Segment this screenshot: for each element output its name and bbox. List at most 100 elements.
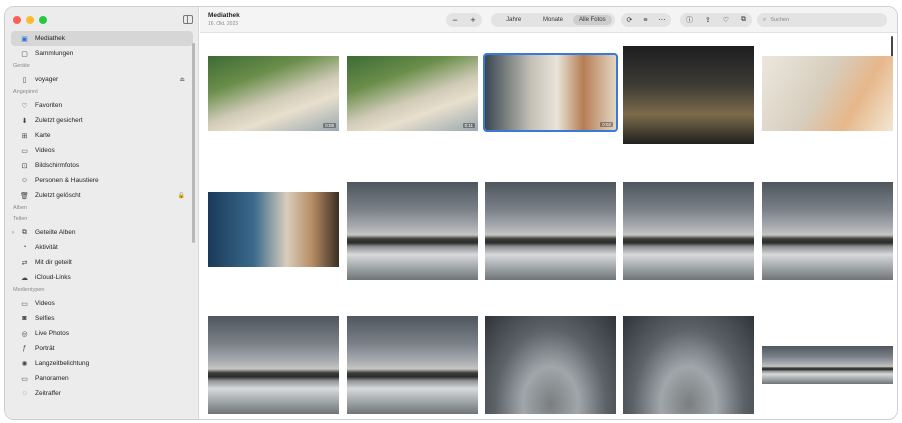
photo-thumbnail[interactable] bbox=[623, 46, 754, 144]
photo-thumbnail[interactable] bbox=[485, 316, 616, 414]
photos-window: ▣ Mediathek ▢ Sammlungen Geräte ▯ voyager ⏏ Ange… bbox=[4, 6, 898, 420]
sidebar-item-label: Favoriten bbox=[35, 102, 63, 109]
sidebar-item-icloud-links[interactable]: ☁ iCloud-Links bbox=[5, 270, 199, 285]
photo-thumbnail[interactable] bbox=[762, 56, 893, 131]
sidebar-section-heading[interactable]: Teilen bbox=[5, 214, 199, 225]
sidebar-item-label: Geteilte Alben bbox=[35, 229, 76, 236]
live-photo-icon: ◎ bbox=[21, 330, 28, 338]
sidebar-item-videos[interactable]: ▭ Videos bbox=[5, 143, 199, 158]
video-duration-badge: 0:02 bbox=[600, 122, 613, 127]
sidebar-item-label: Sammlungen bbox=[35, 50, 74, 57]
sidebar-item-geteilte-alben[interactable]: › ⧉ Geteilte Alben bbox=[5, 225, 199, 240]
sidebar-scrollbar[interactable] bbox=[192, 43, 195, 243]
photo-thumbnail[interactable]: 0:11 bbox=[347, 56, 478, 131]
sidebar-item-zeitraffer[interactable]: ◌ Zeitraffer bbox=[5, 386, 199, 401]
sidebar-item-label: voyager bbox=[35, 76, 59, 83]
tab-months[interactable]: Monate bbox=[533, 15, 572, 25]
sidebar-item-label: Karte bbox=[35, 132, 51, 139]
zoom-control: − + bbox=[446, 13, 482, 27]
sidebar-item-voyager[interactable]: ▯ voyager ⏏ bbox=[5, 72, 199, 87]
search-field[interactable]: ⌕ Suchen bbox=[757, 13, 887, 27]
sidebar-item-label: Zeitraffer bbox=[35, 390, 61, 397]
sidebar-item-label: Bildschirmfotos bbox=[35, 162, 80, 169]
sidebar-item-zuletzt-gesichert[interactable]: ⬇ Zuletzt gesichert bbox=[5, 113, 199, 128]
sidebar-item-label: Aktivität bbox=[35, 244, 58, 251]
photo-thumbnail[interactable] bbox=[347, 182, 478, 280]
sidebar-toggle-icon[interactable] bbox=[183, 15, 193, 24]
photo-thumbnail[interactable] bbox=[762, 346, 893, 384]
sidebar-item-label: Porträt bbox=[35, 345, 55, 352]
video-icon: ▭ bbox=[21, 300, 28, 308]
sidebar-section-heading[interactable]: Alben bbox=[5, 203, 199, 214]
sidebar-list: ▣ Mediathek ▢ Sammlungen Geräte ▯ voyager ⏏ Ange… bbox=[5, 31, 199, 419]
sidebar-item-label: Mit dir geteilt bbox=[35, 259, 72, 266]
video-duration-badge: 0:08 bbox=[323, 123, 336, 128]
view-segmented-control: Jahre Monate Alle Fotos bbox=[491, 13, 615, 27]
photo-thumbnail[interactable] bbox=[208, 316, 339, 414]
sidebar-item-label: Live Photos bbox=[35, 330, 69, 337]
sidebar-item-panoramen[interactable]: ▭ Panoramen bbox=[5, 371, 199, 386]
filter-icon[interactable]: ≡ bbox=[643, 17, 647, 24]
zoom-in-button[interactable]: + bbox=[470, 15, 475, 25]
device-icon: ▯ bbox=[22, 76, 27, 84]
selfie-icon: ◙ bbox=[22, 315, 27, 322]
sidebar-item-favoriten[interactable]: ♡ Favoriten bbox=[5, 98, 199, 113]
photo-thumbnail[interactable] bbox=[623, 316, 754, 414]
sidebar-item-personen-haustiere[interactable]: ☺ Personen & Haustiere bbox=[5, 173, 199, 188]
zoom-button[interactable] bbox=[39, 16, 47, 24]
heart-icon[interactable]: ♡ bbox=[723, 16, 729, 24]
sidebar-item-label: Zuletzt gelöscht bbox=[35, 192, 81, 199]
sidebar-section-heading[interactable]: Angepinnt bbox=[5, 87, 199, 98]
tab-years[interactable]: Jahre bbox=[494, 15, 533, 25]
sidebar-item-mediathek[interactable]: ▣ Mediathek bbox=[11, 31, 193, 46]
people-icon: ☺ bbox=[20, 177, 29, 184]
more-icon[interactable]: ⋯ bbox=[658, 16, 665, 24]
sidebar-item-live-photos[interactable]: ◎ Live Photos bbox=[5, 326, 199, 341]
trash-icon: 🗑 bbox=[20, 192, 29, 200]
page-subtitle: 16. Okt. 2023 bbox=[208, 21, 239, 27]
photo-thumbnail[interactable] bbox=[762, 182, 893, 280]
window-controls bbox=[13, 16, 47, 24]
sidebar-item-porträt[interactable]: ƒ Porträt bbox=[5, 341, 199, 356]
sidebar-item-karte[interactable]: ⊞ Karte bbox=[5, 128, 199, 143]
sidebar-item-mit-dir-geteilt[interactable]: ⇄ Mit dir geteilt bbox=[5, 255, 199, 270]
info-icon[interactable]: ⓘ bbox=[686, 15, 693, 25]
sidebar-item-selfies[interactable]: ◙ Selfies bbox=[5, 311, 199, 326]
sidebar-section-heading[interactable]: Medientypen bbox=[5, 285, 199, 296]
photo-thumbnail[interactable] bbox=[347, 316, 478, 414]
photo-thumbnail[interactable] bbox=[208, 192, 339, 267]
photo-library-icon: ▣ bbox=[21, 35, 28, 43]
saved-icon: ⬇ bbox=[21, 117, 28, 125]
tab-all-photos[interactable]: Alle Fotos bbox=[572, 15, 612, 25]
lock-icon: 🔒 bbox=[177, 193, 185, 199]
zoom-out-button[interactable]: − bbox=[452, 15, 457, 25]
timelapse-icon: ◌ bbox=[22, 390, 27, 397]
photo-thumbnail[interactable]: 0:08 bbox=[208, 56, 339, 131]
crop-icon[interactable]: ⧉ bbox=[741, 16, 746, 24]
sidebar-item-bildschirmfotos[interactable]: ⊡ Bildschirmfotos bbox=[5, 158, 199, 173]
video-duration-badge: 0:11 bbox=[462, 123, 475, 128]
sidebar-item-zuletzt-gelöscht[interactable]: 🗑 Zuletzt gelöscht 🔒 bbox=[5, 188, 199, 203]
eject-icon[interactable]: ⏏ bbox=[179, 76, 185, 83]
collections-icon: ▢ bbox=[21, 50, 28, 58]
close-button[interactable] bbox=[13, 16, 21, 24]
photo-thumbnail[interactable] bbox=[485, 182, 616, 280]
sidebar-section-heading[interactable]: Geräte bbox=[5, 61, 199, 72]
icloud-link-icon: ☁ bbox=[21, 274, 28, 282]
photo-thumbnail[interactable] bbox=[623, 182, 754, 280]
photo-thumbnail[interactable]: 0:02 bbox=[483, 53, 618, 132]
video-icon: ▭ bbox=[21, 147, 28, 155]
sidebar-item-label: Videos bbox=[35, 300, 55, 307]
sidebar-item-label: Langzeitbelichtung bbox=[35, 360, 90, 367]
sidebar-item-aktivität[interactable]: ◔ Aktivität bbox=[5, 240, 199, 255]
sidebar-item-langzeitbelichtung[interactable]: ✺ Langzeitbelichtung bbox=[5, 356, 199, 371]
rotate-icon[interactable]: ⟳ bbox=[627, 16, 633, 24]
chevron-right-icon[interactable]: › bbox=[12, 230, 14, 236]
share-icon[interactable]: ⇪ bbox=[705, 16, 711, 24]
sidebar-item-label: Selfies bbox=[35, 315, 55, 322]
shared-albums-icon: ⧉ bbox=[22, 228, 27, 236]
sidebar-item-label: Zuletzt gesichert bbox=[35, 117, 83, 124]
sidebar-item-sammlungen[interactable]: ▢ Sammlungen bbox=[5, 46, 199, 61]
sidebar-item-videos[interactable]: ▭ Videos bbox=[5, 296, 199, 311]
minimize-button[interactable] bbox=[26, 16, 34, 24]
